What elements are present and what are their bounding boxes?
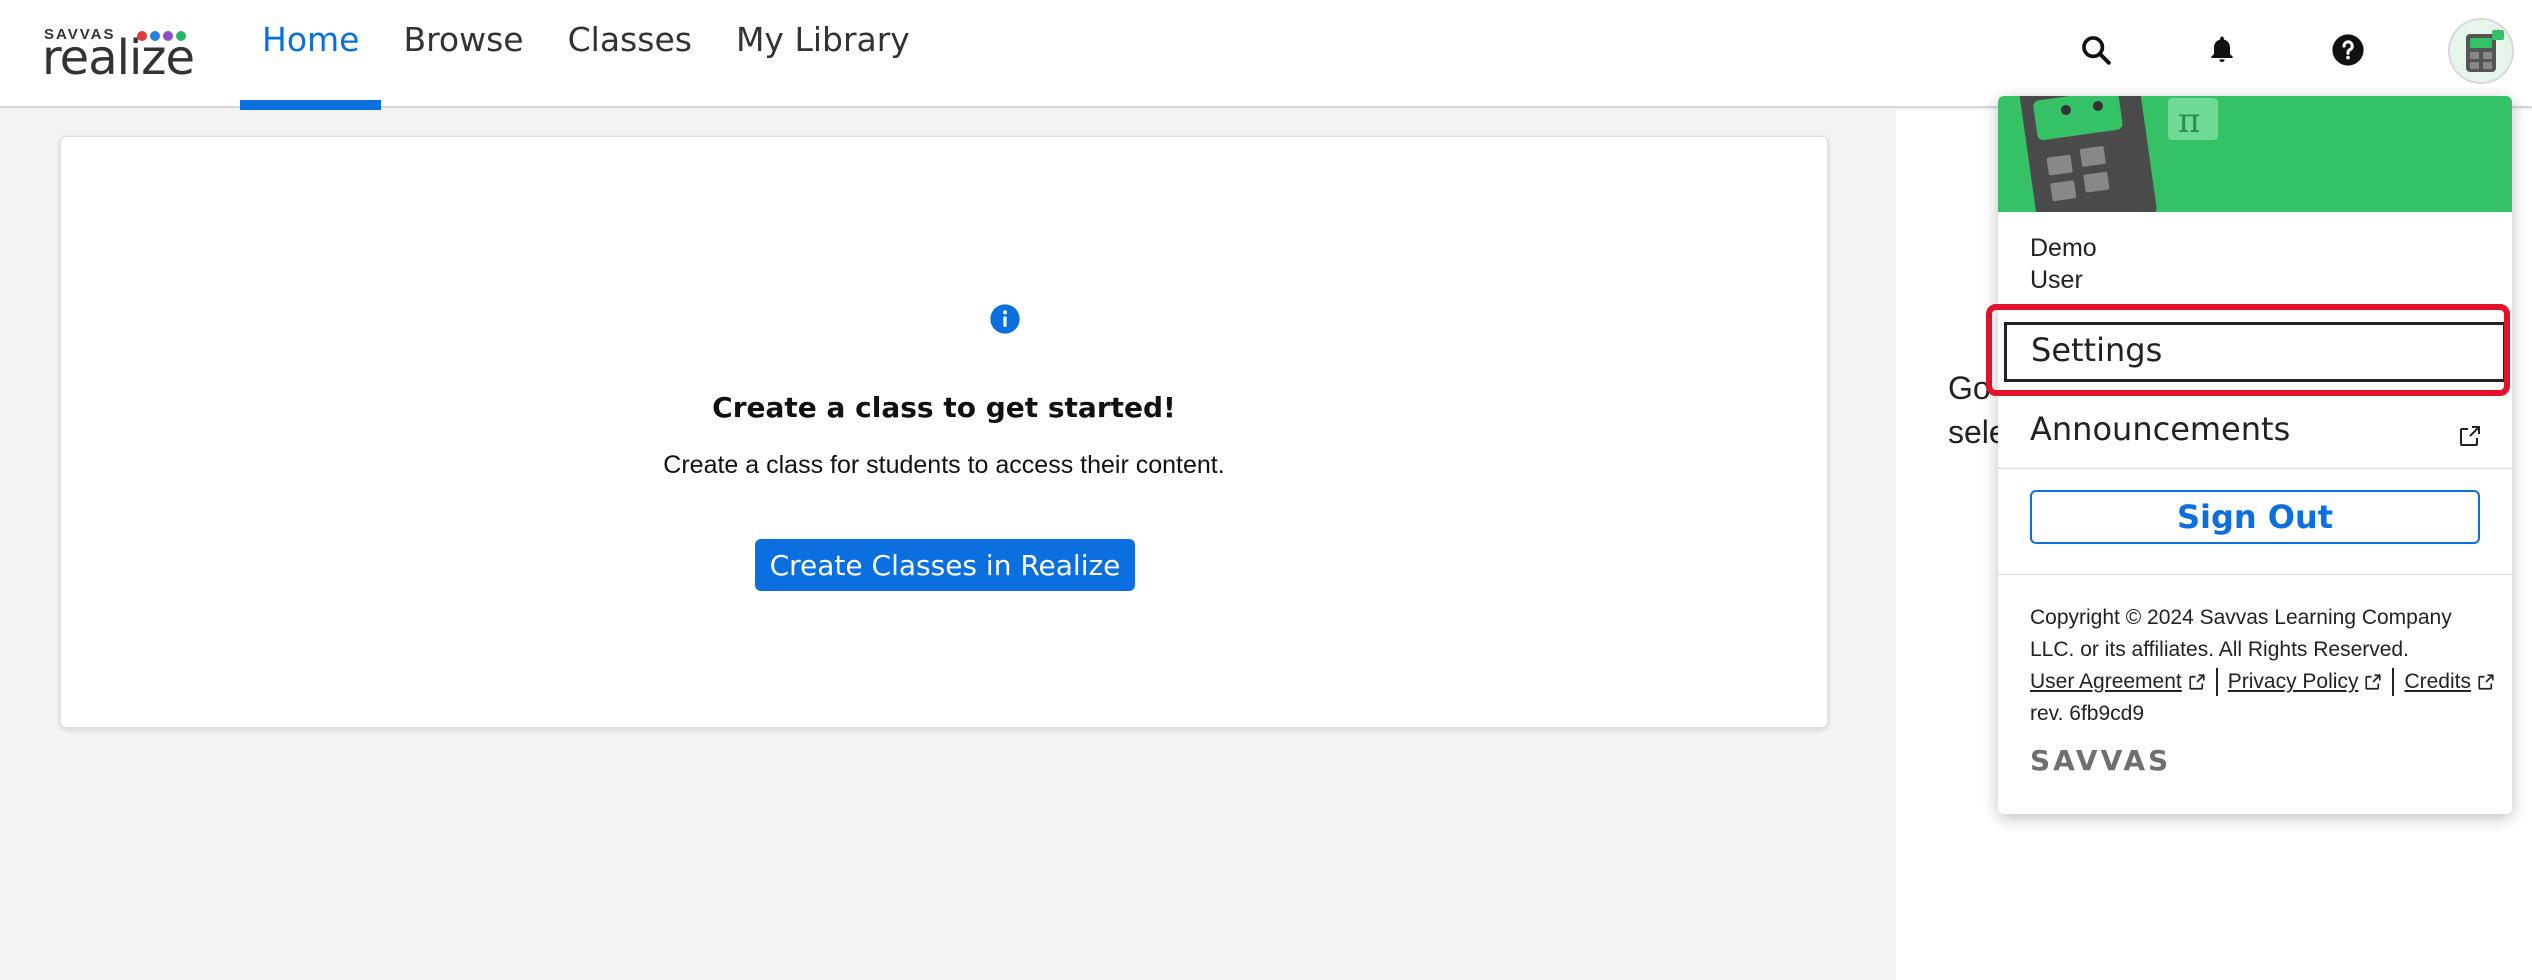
savvas-brand-logo: SAVVAS (2030, 744, 2172, 777)
settings-menu-item[interactable]: Settings (2004, 322, 2506, 382)
announcements-menu-item[interactable]: Announcements (1998, 398, 2512, 460)
user-name: Demo User (2030, 232, 2097, 296)
app-header: SAVVAS realize Home Browse Classes My Li… (0, 0, 2532, 110)
link-separator (2392, 668, 2395, 696)
credits-link[interactable]: Credits (2404, 666, 2471, 698)
privacy-policy-link[interactable]: Privacy Policy (2228, 666, 2359, 698)
avatar[interactable] (2448, 18, 2514, 84)
external-link-icon (2478, 674, 2494, 690)
search-icon[interactable] (2076, 30, 2116, 70)
menu-divider (1998, 468, 2512, 469)
menu-divider (1998, 574, 2512, 575)
copyright-text: Copyright © 2024 Savvas Learning Company… (2030, 606, 2452, 661)
external-link-icon (2365, 674, 2382, 690)
nav-tab-home[interactable]: Home (240, 0, 382, 110)
legal-links: User Agreement Privacy Policy Credits (2030, 666, 2495, 698)
external-link-icon (2458, 418, 2482, 446)
empty-state-description: Create a class for students to access th… (663, 451, 1225, 479)
sign-out-button[interactable]: Sign Out (2030, 490, 2480, 544)
empty-state-title: Create a class to get started! (712, 391, 1176, 424)
logo-product-text: realize (42, 30, 195, 86)
nav-tab-my-library[interactable]: My Library (714, 0, 932, 108)
user-last-name: User (2030, 266, 2083, 294)
user-first-name: Demo (2030, 234, 2097, 262)
help-icon[interactable] (2328, 30, 2368, 70)
savvas-realize-logo[interactable]: SAVVAS realize (42, 26, 220, 82)
empty-state-card: Create a class to get started! Create a … (60, 136, 1828, 728)
user-agreement-link[interactable]: User Agreement (2030, 666, 2182, 698)
profile-banner: π (1998, 96, 2512, 212)
revision-text: rev. 6fb9cd9 (2030, 702, 2145, 725)
nav-tab-browse[interactable]: Browse (381, 0, 545, 108)
create-classes-button[interactable]: Create Classes in Realize (755, 539, 1135, 591)
bell-icon[interactable] (2202, 30, 2242, 70)
svg-text:π: π (2178, 101, 2200, 141)
announcements-label: Announcements (2030, 410, 2291, 448)
nav-tab-classes[interactable]: Classes (546, 0, 714, 108)
external-link-icon (2189, 674, 2205, 690)
profile-menu: π Demo User Settings Announcements Sign … (1998, 96, 2512, 814)
main-nav: Home Browse Classes My Library (240, 0, 932, 110)
info-icon (989, 303, 1021, 335)
link-separator (2215, 668, 2218, 696)
